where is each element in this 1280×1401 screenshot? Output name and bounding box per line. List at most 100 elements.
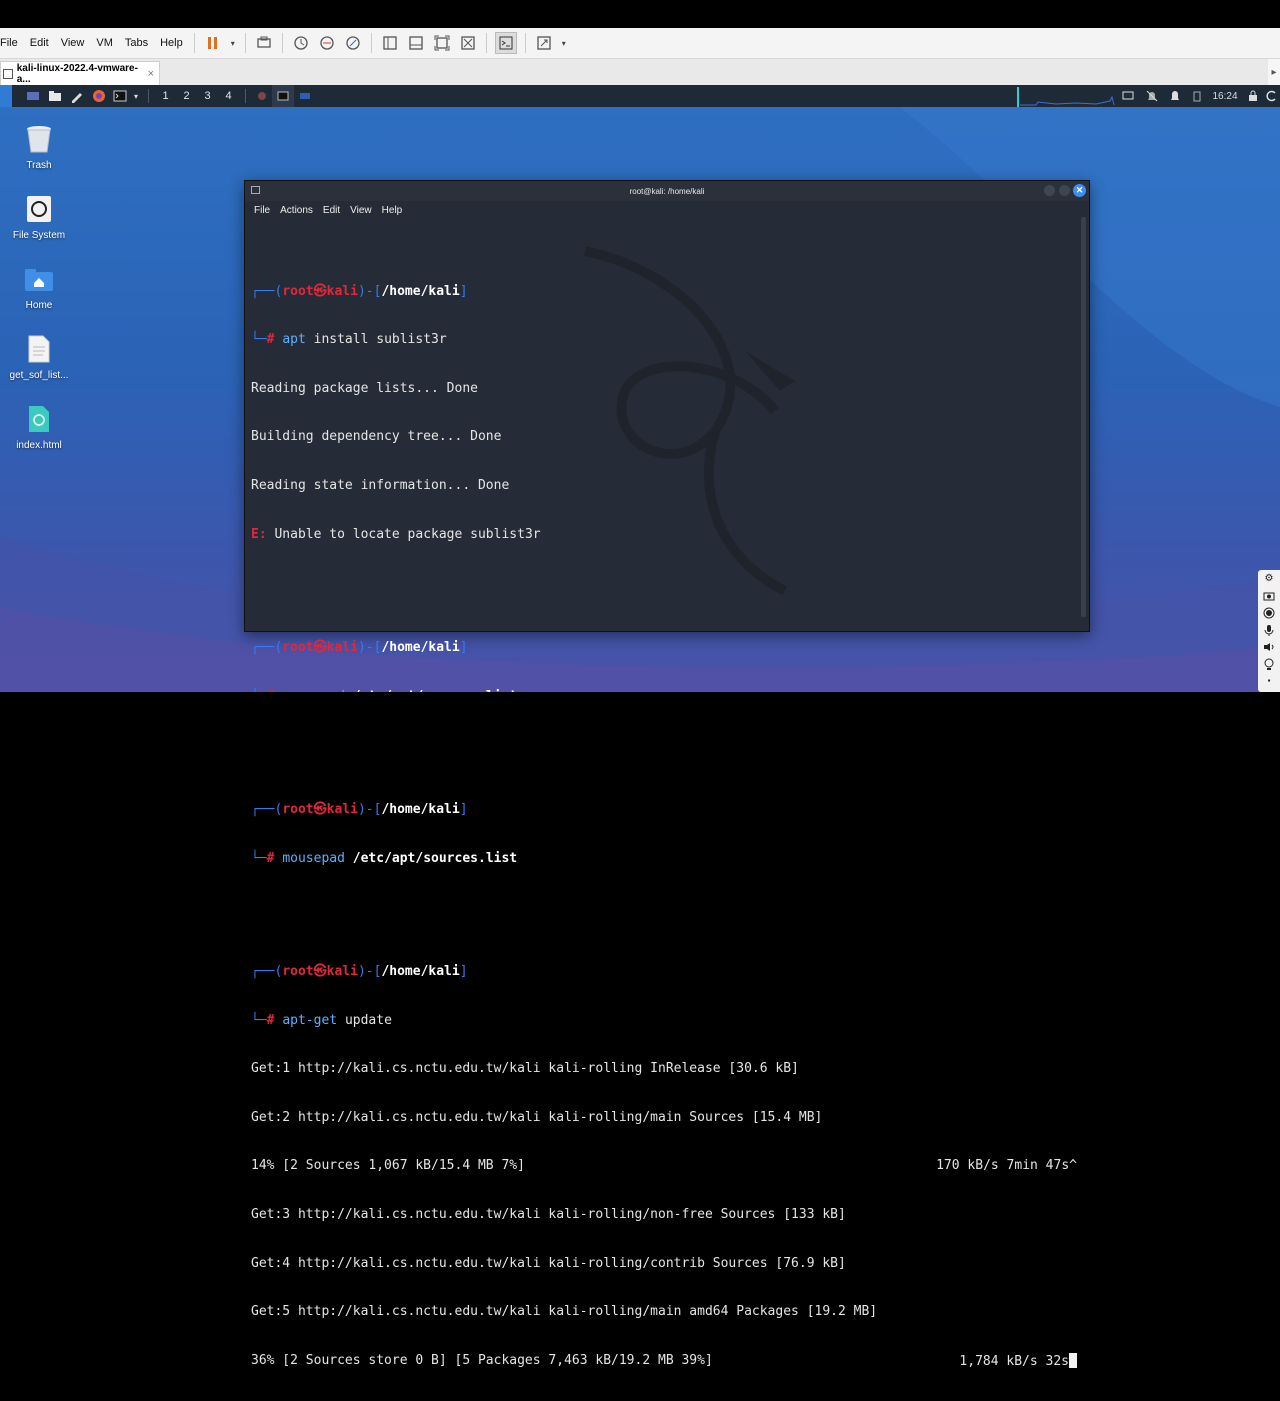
output-line: Building dependency tree... Done <box>251 429 502 445</box>
output-line: Reading state information... Done <box>251 477 510 493</box>
send-keys-icon[interactable] <box>254 33 274 53</box>
webcam-icon[interactable] <box>1264 655 1274 672</box>
settings-icon[interactable]: ⚙ <box>1265 570 1274 587</box>
output-line: Get:1 http://kali.cs.nctu.edu.tw/kali ka… <box>251 1061 799 1077</box>
clock[interactable]: 16:24 <box>1208 85 1242 107</box>
output-line: Reading package lists... Done <box>251 380 478 396</box>
desktop-icon-index-html[interactable]: index.html <box>1 403 77 451</box>
taskbar-app-icon[interactable] <box>252 85 272 107</box>
terminal-output[interactable]: ┌──(root㉿kali)-[/home/kali] └─# apt inst… <box>251 235 1077 1369</box>
workspace-4[interactable]: 4 <box>218 85 239 107</box>
menu-tabs[interactable]: Tabs <box>119 37 154 49</box>
chevron-down-icon[interactable]: ▾ <box>130 85 142 107</box>
desktop-icon-label: Trash <box>26 160 52 171</box>
menu-help[interactable]: Help <box>154 37 189 49</box>
progress-line: 14% [2 Sources 1,067 kB/15.4 MB 7%] 170 k… <box>251 1158 1077 1174</box>
vm-tab-strip <box>0 59 1280 86</box>
command-line: └─# apt install sublist3r <box>251 332 447 348</box>
display-icon[interactable] <box>1116 85 1140 107</box>
battery-icon[interactable] <box>1186 85 1208 107</box>
terminal-window-icon <box>251 186 260 194</box>
camera-icon[interactable] <box>1263 587 1275 604</box>
vm-tab-kali[interactable]: kali-linux-2022.4-vmware-a... × <box>0 61 160 85</box>
terminal-window[interactable]: root@kali: /home/kali ✕ File Actions Edi… <box>244 180 1090 1369</box>
workspace-1[interactable]: 1 <box>155 85 176 107</box>
toolbar-divider <box>193 33 195 53</box>
desktop-icon-label: File System <box>12 230 66 241</box>
microphone-icon[interactable] <box>1264 621 1274 638</box>
unity-icon[interactable] <box>458 33 478 53</box>
snapshot-icon[interactable] <box>291 33 311 53</box>
text-cursor <box>1069 1352 1077 1368</box>
maximize-icon[interactable] <box>1059 185 1070 196</box>
minimize-icon[interactable] <box>1044 185 1055 196</box>
dropdown-arrow-icon[interactable]: ▾ <box>560 33 568 53</box>
desktop-icon-home[interactable]: Home <box>1 263 77 311</box>
terminal-titlebar[interactable]: root@kali: /home/kali ✕ <box>245 181 1089 201</box>
workspace-2[interactable]: 2 <box>176 85 197 107</box>
terminal-menu-file[interactable]: File <box>249 205 275 216</box>
output-line: Get:3 http://kali.cs.nctu.edu.tw/kali ka… <box>251 1206 846 1222</box>
stretch-guest-icon[interactable] <box>534 33 554 53</box>
toolbar-divider <box>485 33 487 53</box>
close-icon[interactable]: ✕ <box>1073 184 1086 197</box>
taskbar-window-icon[interactable] <box>294 85 316 107</box>
workspace-3[interactable]: 3 <box>197 85 218 107</box>
error-line: E: Unable to locate package sublist3r <box>251 526 541 542</box>
menu-view[interactable]: View <box>55 37 91 49</box>
sidebar-view-icon[interactable] <box>380 33 400 53</box>
prompt-line: ┌──(root㉿kali)-[/home/kali] <box>251 639 468 655</box>
kali-menu-icon[interactable] <box>0 85 12 107</box>
firefox-icon[interactable] <box>88 85 110 107</box>
progress-line: 36% [2 Sources store 0 B] [5 Packages 7,… <box>251 1352 1077 1369</box>
output-line: Get:4 http://kali.cs.nctu.edu.tw/kali ka… <box>251 1255 846 1271</box>
trash-icon <box>24 123 54 155</box>
snapshot-manager-icon[interactable] <box>343 33 363 53</box>
desktop-icon-label: index.html <box>16 440 62 451</box>
menu-edit[interactable]: Edit <box>24 37 55 49</box>
menu-file[interactable]: File <box>0 37 24 49</box>
more-icon[interactable]: ▪ <box>1268 672 1271 689</box>
toolbar-divider <box>244 33 246 53</box>
desktop-icon-get-sof-list[interactable]: get_sof_list... <box>1 333 77 381</box>
dropdown-arrow-icon[interactable]: ▾ <box>229 33 237 53</box>
lock-icon[interactable] <box>1242 85 1264 107</box>
terminal-menu-view[interactable]: View <box>345 205 377 216</box>
notifications-muted-icon[interactable] <box>1140 85 1164 107</box>
toolbar-divider <box>370 33 372 53</box>
recorder-toolbar: ⚙ ▪ <box>1258 570 1280 692</box>
cpu-graph <box>1016 85 1116 107</box>
desktop-icon-file-system[interactable]: File System <box>1 193 77 241</box>
output-line: Get:5 http://kali.cs.nctu.edu.tw/kali ka… <box>251 1304 878 1320</box>
terminal-launcher-icon[interactable] <box>110 85 130 107</box>
show-desktop-icon[interactable] <box>22 85 44 107</box>
record-icon[interactable] <box>1263 604 1275 621</box>
console-view-icon[interactable] <box>494 32 517 54</box>
fullscreen-icon[interactable] <box>432 33 452 53</box>
terminal-menu-edit[interactable]: Edit <box>318 205 345 216</box>
close-icon[interactable]: × <box>148 68 154 80</box>
bell-icon[interactable] <box>1164 85 1186 107</box>
taskbar-terminal-icon[interactable] <box>272 85 294 107</box>
toolbar-divider <box>281 33 283 53</box>
desktop-icon-trash[interactable]: Trash <box>1 123 77 171</box>
speaker-icon[interactable] <box>1263 638 1275 655</box>
panel-spacer <box>12 85 22 107</box>
terminal-menu-help[interactable]: Help <box>377 205 408 216</box>
panel-spacer <box>316 85 1016 107</box>
terminal-scrollbar[interactable] <box>1081 217 1086 617</box>
prompt-line: ┌──(root㉿kali)-[/home/kali] <box>251 283 468 299</box>
menu-vm[interactable]: VM <box>90 37 119 49</box>
text-editor-icon[interactable] <box>66 85 88 107</box>
prompt-line: ┌──(root㉿kali)-[/home/kali] <box>251 963 468 979</box>
revert-snapshot-icon[interactable] <box>317 33 337 53</box>
logout-icon[interactable] <box>1264 85 1280 107</box>
pause-icon[interactable] <box>203 33 223 53</box>
tab-scroll-right-icon[interactable]: ▸ <box>1268 59 1280 85</box>
thumbnail-view-icon[interactable] <box>406 33 426 53</box>
letterbox-top <box>0 0 1280 28</box>
panel-separator <box>245 89 246 103</box>
terminal-menu-actions[interactable]: Actions <box>275 205 318 216</box>
file-manager-icon[interactable] <box>44 85 66 107</box>
